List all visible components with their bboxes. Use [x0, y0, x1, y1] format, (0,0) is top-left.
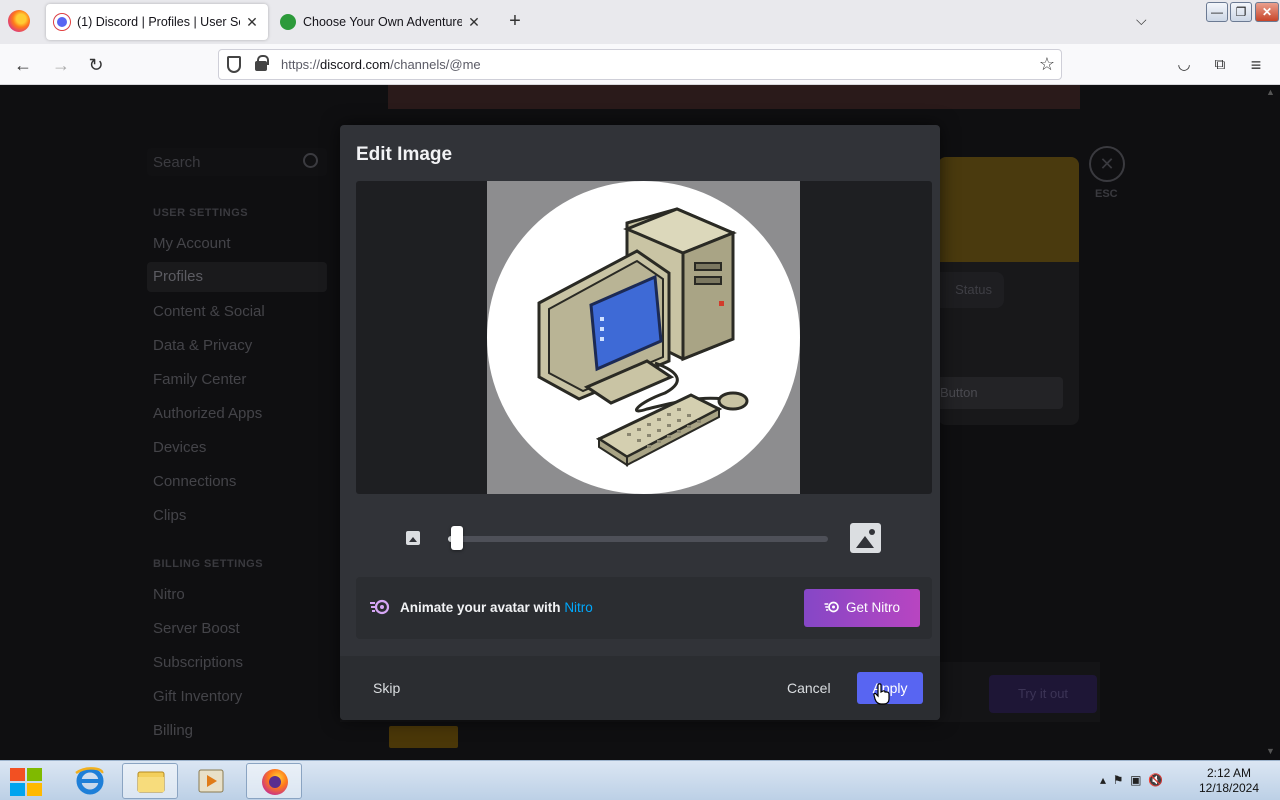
nitro-gold-button[interactable]: [389, 726, 458, 748]
taskbar-clock[interactable]: 2:12 AM 12/18/2024: [1196, 766, 1262, 796]
sidebar-item-server-boost[interactable]: Server Boost: [153, 620, 240, 637]
firefox-logo-icon[interactable]: [8, 10, 30, 32]
modal-footer: Skip Cancel Apply: [340, 656, 940, 720]
sidebar-item-devices[interactable]: Devices: [153, 439, 206, 456]
browser-tab-bar: (1) Discord | Profiles | User Settings ✕…: [0, 0, 1280, 44]
search-placeholder: Search: [153, 154, 201, 171]
scroll-down-arrow-icon[interactable]: ▼: [1266, 746, 1275, 756]
zoom-slider[interactable]: [448, 536, 828, 542]
list-all-tabs-icon[interactable]: ⌵: [1136, 12, 1147, 29]
media-player-taskbar-icon[interactable]: [184, 763, 240, 799]
sidebar-item-my-account[interactable]: My Account: [153, 235, 231, 252]
scroll-up-arrow-icon[interactable]: ▲: [1266, 87, 1275, 97]
forward-arrow-icon[interactable]: →: [50, 54, 72, 76]
sidebar-item-clips[interactable]: Clips: [153, 507, 186, 524]
try-it-out-button[interactable]: Try it out: [989, 675, 1097, 713]
system-tray-icons[interactable]: ▴ ⚑ ▣ 🔇: [1100, 773, 1163, 787]
close-tab-icon[interactable]: ✕: [466, 14, 482, 31]
clock-date: 12/18/2024: [1198, 781, 1260, 795]
nitro-link[interactable]: Nitro: [564, 600, 593, 615]
nitro-boost-icon: [824, 601, 839, 613]
image-crop-preview: [356, 181, 932, 494]
nitro-icon: [370, 599, 390, 615]
address-bar[interactable]: https://discord.com/channels/@me ☆: [218, 49, 1062, 80]
modal-title: Edit Image: [356, 144, 453, 165]
reload-icon[interactable]: ↻: [85, 54, 107, 76]
new-tab-button[interactable]: +: [505, 10, 525, 33]
close-window-button[interactable]: ✕: [1255, 2, 1279, 22]
edit-image-modal: Edit Image Animate your avatar with Nitr…: [340, 125, 940, 720]
close-settings-icon[interactable]: ✕: [1089, 146, 1125, 182]
example-button[interactable]: Button: [938, 377, 1063, 409]
hand-cursor-icon: [873, 683, 890, 705]
settings-search-input[interactable]: Search: [147, 148, 327, 176]
clock-time: 2:12 AM: [1206, 766, 1252, 780]
sidebar-item-subscriptions[interactable]: Subscriptions: [153, 654, 243, 671]
profile-banner-strip: [388, 85, 1080, 109]
sidebar-item-family-center[interactable]: Family Center: [153, 371, 246, 388]
search-icon: [303, 153, 318, 168]
bookmark-star-icon[interactable]: ☆: [1039, 54, 1055, 75]
zoom-out-image-icon: [406, 531, 420, 545]
sidebar-item-connections[interactable]: Connections: [153, 473, 236, 490]
sidebar-item-content-social[interactable]: Content & Social: [153, 303, 265, 320]
sidebar-item-nitro[interactable]: Nitro: [153, 586, 185, 603]
tab-discord[interactable]: (1) Discord | Profiles | User Settings ✕: [46, 4, 268, 40]
zoom-in-image-icon: [850, 523, 881, 553]
get-nitro-button[interactable]: Get Nitro: [804, 589, 920, 627]
restore-window-button[interactable]: ❐: [1230, 2, 1252, 22]
extensions-icon[interactable]: ⧉: [1209, 54, 1231, 76]
discord-favicon-icon: [54, 14, 70, 30]
nitro-prompt-text: Animate your avatar with Nitro: [400, 600, 593, 615]
cancel-button[interactable]: Cancel: [787, 680, 831, 696]
zoom-slider-handle[interactable]: [450, 526, 463, 550]
set-status-button[interactable]: Status: [938, 272, 1004, 308]
browser-navigation-bar: ← → ↻ https://discord.com/channels/@me ☆…: [0, 44, 1280, 85]
start-logo-yellow: [27, 783, 42, 796]
tab-title: Choose Your Own Adventuregame: [303, 15, 462, 29]
pocket-icon[interactable]: ◡: [1173, 54, 1195, 76]
retro-computer-image: [537, 207, 749, 467]
zoom-control: [340, 520, 940, 556]
internet-explorer-taskbar-icon[interactable]: [62, 763, 118, 799]
back-arrow-icon[interactable]: ←: [12, 54, 34, 76]
minimize-window-button[interactable]: —: [1206, 2, 1228, 22]
user-settings-header: USER SETTINGS: [153, 207, 249, 219]
lock-icon[interactable]: [255, 55, 269, 71]
skip-button[interactable]: Skip: [373, 680, 400, 696]
sidebar-item-authorized-apps[interactable]: Authorized Apps: [153, 405, 262, 422]
file-explorer-taskbar-icon[interactable]: [122, 763, 178, 799]
esc-label: ESC: [1095, 188, 1118, 200]
windows-taskbar: ▴ ⚑ ▣ 🔇 2:12 AM 12/18/2024: [0, 760, 1280, 800]
close-tab-icon[interactable]: ✕: [244, 14, 260, 31]
crop-area[interactable]: [487, 181, 800, 494]
tab-adventure-game[interactable]: Choose Your Own Adventuregame ✕: [272, 4, 490, 40]
nitro-upsell-banner: Animate your avatar with Nitro Get Nitro: [356, 577, 932, 639]
avatar-crop-circle[interactable]: [487, 181, 800, 494]
sidebar-item-profiles[interactable]: Profiles: [147, 262, 327, 292]
sidebar-item-billing[interactable]: Billing: [153, 722, 193, 739]
game-favicon-icon: [280, 14, 296, 30]
tab-title: (1) Discord | Profiles | User Settings: [77, 15, 240, 29]
billing-settings-header: BILLING SETTINGS: [153, 558, 264, 570]
start-logo-red: [10, 768, 25, 781]
tracking-protection-shield-icon[interactable]: [227, 56, 241, 73]
windows-start-button[interactable]: [8, 766, 42, 796]
sidebar-item-data-privacy[interactable]: Data & Privacy: [153, 337, 252, 354]
start-logo-green: [27, 768, 42, 781]
get-nitro-label: Get Nitro: [845, 600, 900, 615]
url-text[interactable]: https://discord.com/channels/@me: [281, 57, 481, 72]
start-logo-blue: [10, 783, 25, 796]
firefox-taskbar-icon[interactable]: [246, 763, 302, 799]
menu-hamburger-icon[interactable]: ≡: [1245, 54, 1267, 76]
sidebar-item-gift-inventory[interactable]: Gift Inventory: [153, 688, 242, 705]
